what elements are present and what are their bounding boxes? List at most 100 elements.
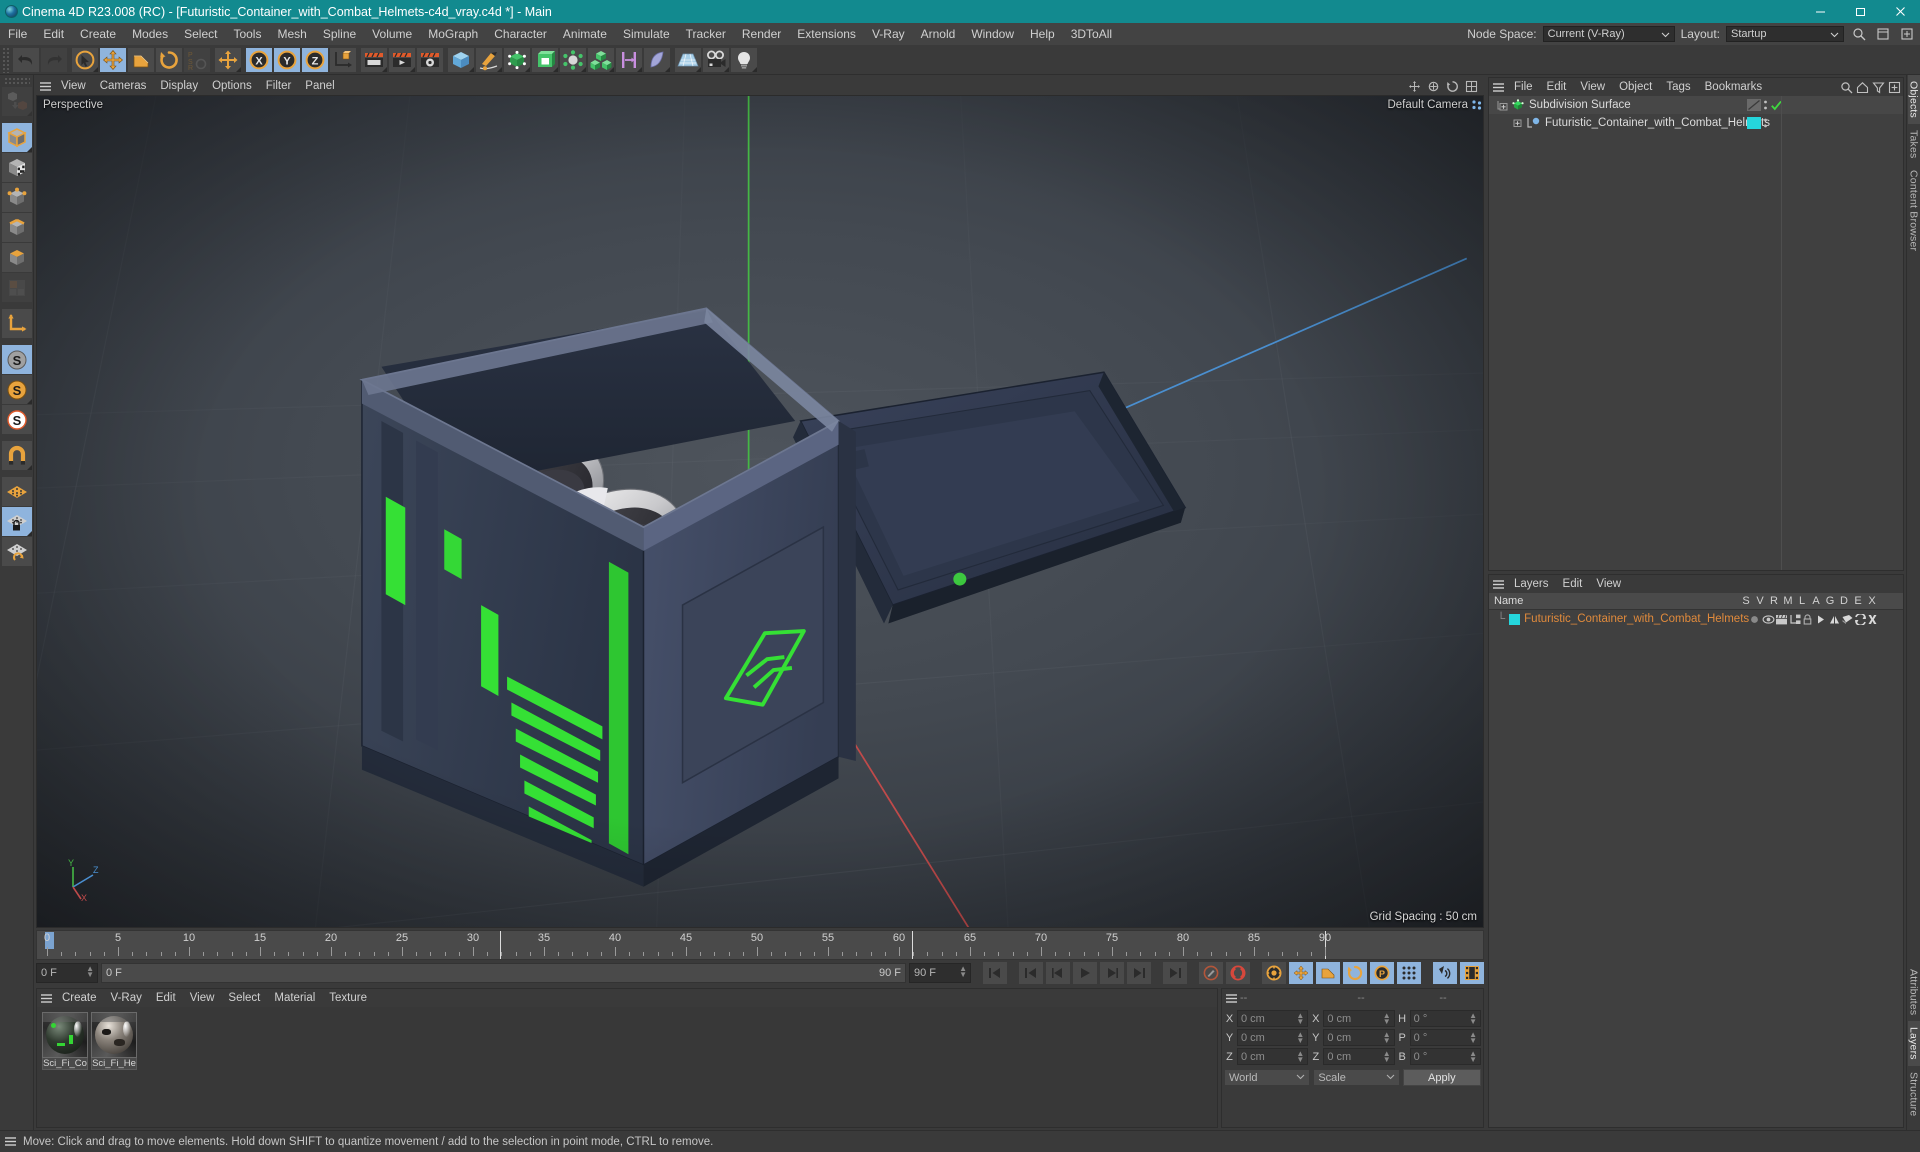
home-icon[interactable] bbox=[1856, 81, 1869, 94]
light-button[interactable] bbox=[730, 46, 758, 73]
planar-workplane-button[interactable] bbox=[1, 537, 32, 566]
size-y-field[interactable]: 0 cm ▲ ▼ bbox=[1323, 1029, 1395, 1046]
transform-mode-select[interactable]: Scale bbox=[1313, 1069, 1400, 1086]
layer-cell-r[interactable] bbox=[1775, 614, 1788, 625]
render-view-button[interactable] bbox=[360, 46, 388, 73]
go-to-end-button[interactable] bbox=[1163, 962, 1187, 984]
move-tool[interactable] bbox=[99, 46, 127, 73]
current-frame-field[interactable]: 0 F ▲ ▼ bbox=[36, 963, 98, 983]
search-icon[interactable] bbox=[1840, 81, 1853, 94]
model-mode-button[interactable] bbox=[1, 123, 32, 152]
material-preview[interactable] bbox=[42, 1012, 88, 1058]
array-generator-button[interactable] bbox=[531, 46, 559, 73]
menu-mograph[interactable]: MoGraph bbox=[420, 23, 486, 45]
object-material-tag[interactable] bbox=[1747, 117, 1761, 129]
psr-lock-button[interactable]: PSR bbox=[183, 46, 211, 73]
object-menu-view[interactable]: View bbox=[1573, 78, 1612, 96]
z-axis-lock-button[interactable]: Z bbox=[301, 46, 329, 73]
film-button[interactable] bbox=[1460, 962, 1484, 984]
spinner-icon[interactable]: ▲ ▼ bbox=[959, 965, 967, 979]
layer-cell-l[interactable] bbox=[1802, 613, 1815, 625]
viewport-menu-display[interactable]: Display bbox=[153, 77, 205, 95]
viewport-menu-view[interactable]: View bbox=[54, 77, 93, 95]
material-item[interactable]: Sci_Fi_Co bbox=[42, 1012, 88, 1070]
polygons-mode-button[interactable] bbox=[1, 243, 32, 272]
menu-modes[interactable]: Modes bbox=[124, 23, 176, 45]
layer-header-d[interactable]: D bbox=[1837, 595, 1851, 607]
go-to-next-key-button[interactable] bbox=[1127, 962, 1151, 984]
points-mode-button[interactable] bbox=[1, 183, 32, 212]
edges-mode-button[interactable] bbox=[1, 213, 32, 242]
help-search-icon[interactable] bbox=[1898, 25, 1916, 43]
deformer-button[interactable] bbox=[559, 46, 587, 73]
rail-tab-objects[interactable]: Objects bbox=[1907, 75, 1920, 124]
layer-header-m[interactable]: M bbox=[1781, 595, 1795, 607]
subdivision-surface-button[interactable] bbox=[503, 46, 531, 73]
menu-select[interactable]: Select bbox=[176, 23, 225, 45]
menu-simulate[interactable]: Simulate bbox=[615, 23, 678, 45]
menu-animate[interactable]: Animate bbox=[555, 23, 615, 45]
material-menu-vray[interactable]: V-Ray bbox=[104, 989, 149, 1007]
x-axis-lock-button[interactable]: X bbox=[245, 46, 273, 73]
play-button[interactable] bbox=[1073, 962, 1097, 984]
snap-button[interactable] bbox=[1, 441, 32, 470]
layer-header-l[interactable]: L bbox=[1795, 595, 1809, 607]
add-panel-icon[interactable] bbox=[1888, 81, 1901, 94]
viewport-3d[interactable]: Perspective Default Camera Grid Spacing … bbox=[36, 95, 1484, 928]
object-menu-edit[interactable]: Edit bbox=[1540, 78, 1574, 96]
layer-row-name-cell[interactable]: └ Futuristic_Container_with_Combat_Helme… bbox=[1489, 613, 1749, 625]
viewport-menu-panel[interactable]: Panel bbox=[298, 77, 341, 95]
material-preview[interactable] bbox=[91, 1012, 137, 1058]
object-dots-icon[interactable] bbox=[1763, 98, 1768, 112]
material-menu-view[interactable]: View bbox=[183, 989, 222, 1007]
layer-menu-burger-icon[interactable] bbox=[1489, 579, 1507, 590]
viewport-solo-single-button[interactable]: S bbox=[1, 375, 32, 404]
layer-cell-d[interactable] bbox=[1841, 614, 1854, 625]
coordinate-system-button[interactable] bbox=[329, 46, 357, 73]
search-icon[interactable] bbox=[1850, 25, 1868, 43]
autokeying-button[interactable] bbox=[1226, 962, 1250, 984]
close-icon[interactable] bbox=[1880, 0, 1920, 23]
minimize-icon[interactable] bbox=[1800, 0, 1840, 23]
rotation-key-button[interactable] bbox=[1343, 962, 1367, 984]
viewport-solo-off-button[interactable]: S bbox=[1, 345, 32, 374]
material-menu-texture[interactable]: Texture bbox=[322, 989, 374, 1007]
uv-mode-button[interactable] bbox=[1, 273, 32, 302]
object-menu-object[interactable]: Object bbox=[1612, 78, 1659, 96]
layout-select[interactable]: Startup bbox=[1726, 26, 1844, 42]
viewport-menu-filter[interactable]: Filter bbox=[259, 77, 299, 95]
material-menu-burger-icon[interactable] bbox=[37, 993, 55, 1004]
layer-header-s[interactable]: S bbox=[1739, 595, 1753, 607]
size-x-field[interactable]: 0 cm ▲ ▼ bbox=[1323, 1010, 1395, 1027]
scale-key-button[interactable] bbox=[1316, 962, 1340, 984]
layer-menu-view[interactable]: View bbox=[1589, 575, 1628, 593]
layer-cell-s[interactable] bbox=[1749, 614, 1762, 625]
layer-cell-a[interactable] bbox=[1815, 614, 1828, 625]
object-menu-file[interactable]: File bbox=[1507, 78, 1540, 96]
rail-tab-layers[interactable]: Layers bbox=[1907, 1020, 1920, 1066]
interface-settings-icon[interactable] bbox=[1874, 25, 1892, 43]
y-axis-lock-button[interactable]: Y bbox=[273, 46, 301, 73]
layer-cell-e[interactable] bbox=[1854, 613, 1867, 625]
menu-tracker[interactable]: Tracker bbox=[678, 23, 734, 45]
size-z-field[interactable]: 0 cm ▲ ▼ bbox=[1323, 1048, 1395, 1065]
object-dots-icon[interactable] bbox=[1763, 116, 1768, 130]
timeline-ruler[interactable]: 0 5 10 15 20 25 30 35 40 45 50 55 60 65 70 75 80 85 90 bbox=[36, 930, 1484, 960]
layer-header-g[interactable]: G bbox=[1823, 595, 1837, 607]
pla-key-button[interactable] bbox=[1397, 962, 1421, 984]
cube-primitive-button[interactable] bbox=[447, 46, 475, 73]
undo-button[interactable] bbox=[12, 46, 40, 73]
layer-row[interactable]: └ Futuristic_Container_with_Combat_Helme… bbox=[1489, 610, 1903, 628]
pan-viewport-icon[interactable] bbox=[1408, 80, 1421, 93]
coordinates-burger-icon[interactable] bbox=[1222, 993, 1240, 1004]
object-tree[interactable]: Subdivision Surface Futuristic_Container… bbox=[1489, 96, 1903, 570]
zoom-viewport-icon[interactable] bbox=[1427, 80, 1440, 93]
menu-character[interactable]: Character bbox=[486, 23, 555, 45]
maximize-viewport-icon[interactable] bbox=[1465, 80, 1478, 93]
layer-cell-g[interactable] bbox=[1828, 614, 1841, 625]
rail-tab-structure[interactable]: Structure bbox=[1908, 1066, 1920, 1122]
redo-button[interactable] bbox=[40, 46, 68, 73]
sound-button[interactable] bbox=[1433, 962, 1457, 984]
viewport-menu-options[interactable]: Options bbox=[205, 77, 259, 95]
param-key-button[interactable]: P bbox=[1370, 962, 1394, 984]
